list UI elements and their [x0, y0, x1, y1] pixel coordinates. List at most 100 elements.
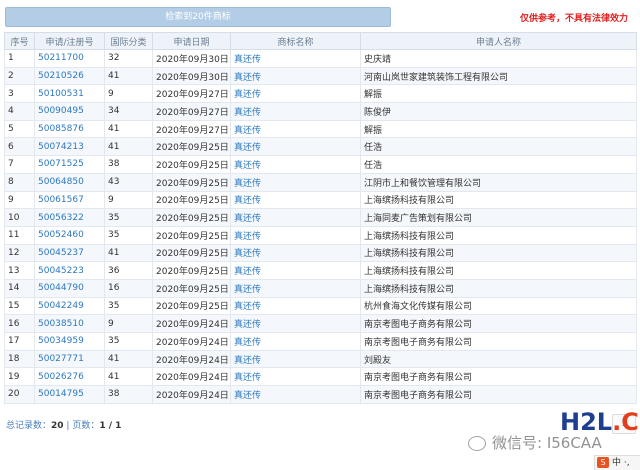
application-number-link[interactable]: 50044790	[38, 283, 84, 293]
intl-class-cell: 34	[104, 102, 153, 121]
ime-mode[interactable]: 中	[612, 458, 621, 468]
application-date-cell: 2020年09月25日	[152, 172, 231, 192]
trademark-name-link[interactable]: 真还传	[234, 55, 261, 65]
table-row: 17 50034959 35 2020年09月24日 真还传 南京考图电子商务有限公司	[4, 332, 637, 351]
trademark-name-link[interactable]: 真还传	[234, 232, 261, 242]
row-number-cell: 2	[4, 66, 35, 86]
trademark-name-link[interactable]: 真还传	[234, 285, 261, 295]
application-number-link[interactable]: 50027771	[38, 354, 84, 364]
application-number-cell: 50071525	[34, 155, 105, 174]
intl-class-cell: 41	[104, 243, 153, 263]
row-number-cell: 3	[4, 84, 35, 104]
column-header-no: 序号	[4, 32, 35, 50]
column-header-date: 申请日期	[152, 32, 231, 50]
application-number-link[interactable]: 50071525	[38, 159, 84, 169]
application-number-link[interactable]: 50090495	[38, 106, 84, 116]
application-number-link[interactable]: 50026276	[38, 372, 84, 382]
table-header-row: 序号 申请/注册号 国际分类 申请日期 商标名称 申请人名称	[4, 32, 637, 50]
application-number-cell: 50042249	[34, 296, 105, 316]
application-number-link[interactable]: 50052460	[38, 230, 84, 240]
application-number-link[interactable]: 50085876	[38, 124, 84, 134]
application-number-link[interactable]: 50210526	[38, 71, 84, 81]
intl-class-cell: 38	[104, 155, 153, 174]
application-number-link[interactable]: 50042249	[38, 301, 84, 311]
table-row: 6 50074213 41 2020年09月25日 真还传 任浩	[4, 137, 637, 157]
application-date-cell: 2020年09月24日	[152, 332, 231, 351]
intl-class-cell: 41	[104, 66, 153, 86]
application-number-cell: 50052460	[34, 225, 105, 245]
trademark-name-link[interactable]: 真还传	[234, 356, 261, 366]
ime-toolbar[interactable]: S中 ·,	[594, 455, 640, 470]
trademark-name-link[interactable]: 真还传	[234, 161, 261, 171]
application-number-link[interactable]: 50061567	[38, 195, 84, 205]
trademark-name-link[interactable]: 真还传	[234, 373, 261, 383]
site-watermark-b: .CN	[612, 408, 640, 436]
applicant-name-cell: 上海缤扬科技有限公司	[360, 190, 637, 210]
application-number-link[interactable]: 50045223	[38, 266, 84, 276]
trademark-name-cell: 真还传	[230, 225, 361, 245]
row-number-cell: 5	[4, 119, 35, 139]
trademark-name-link[interactable]: 真还传	[234, 302, 261, 312]
table-row: 7 50071525 38 2020年09月25日 真还传 任浩	[4, 155, 637, 174]
applicant-name-cell: 史庆靖	[360, 49, 637, 68]
application-date-cell: 2020年09月27日	[152, 84, 231, 104]
trademark-name-cell: 真还传	[230, 119, 361, 139]
search-result-count-bar: 检索到20件商标	[5, 7, 391, 27]
column-header-applicant: 申请人名称	[360, 32, 637, 50]
application-number-link[interactable]: 50056322	[38, 213, 84, 223]
trademark-name-link[interactable]: 真还传	[234, 90, 261, 100]
trademark-name-link[interactable]: 真还传	[234, 126, 261, 136]
trademark-name-link[interactable]: 真还传	[234, 179, 261, 189]
application-number-link[interactable]: 50014795	[38, 389, 84, 399]
application-number-link[interactable]: 50100531	[38, 89, 84, 99]
application-date-cell: 2020年09月25日	[152, 278, 231, 298]
trademark-name-link[interactable]: 真还传	[234, 143, 261, 153]
trademark-name-link[interactable]: 真还传	[234, 267, 261, 277]
table-row: 10 50056322 35 2020年09月25日 真还传 上海同麦广告策划有限公司	[4, 208, 637, 227]
application-number-cell: 50045223	[34, 261, 105, 280]
table-row: 15 50042249 35 2020年09月25日 真还传 杭州食海文化传媒有限公司	[4, 296, 637, 316]
pagination-summary: 总记录数：20 | 页数：1 / 1	[6, 418, 121, 431]
application-number-link[interactable]: 50064850	[38, 177, 84, 187]
row-number-cell: 19	[4, 367, 35, 387]
application-number-link[interactable]: 50038510	[38, 319, 84, 329]
ime-punct[interactable]: ·,	[624, 458, 630, 468]
trademark-name-cell: 真还传	[230, 84, 361, 104]
trademark-name-link[interactable]: 真还传	[234, 320, 261, 330]
application-date-cell: 2020年09月30日	[152, 66, 231, 86]
table-row: 4 50090495 34 2020年09月27日 真还传 陈俊伊	[4, 102, 637, 121]
trademark-name-link[interactable]: 真还传	[234, 391, 261, 401]
application-number-link[interactable]: 50045237	[38, 248, 84, 258]
trademark-results-table: 序号 申请/注册号 国际分类 申请日期 商标名称 申请人名称 1 50211700…	[4, 32, 637, 404]
row-number-cell: 20	[4, 385, 35, 404]
pages-label: 页数：	[72, 421, 100, 431]
application-number-cell: 50085876	[34, 119, 105, 139]
table-row: 18 50027771 41 2020年09月24日 真还传 刘殿友	[4, 349, 637, 369]
trademark-name-link[interactable]: 真还传	[234, 249, 261, 259]
trademark-name-cell: 真还传	[230, 208, 361, 227]
application-date-cell: 2020年09月25日	[152, 208, 231, 227]
trademark-name-link[interactable]: 真还传	[234, 196, 261, 206]
trademark-name-link[interactable]: 真还传	[234, 214, 261, 224]
column-header-app-no: 申请/注册号	[34, 32, 105, 50]
application-date-cell: 2020年09月25日	[152, 137, 231, 157]
application-number-cell: 50044790	[34, 278, 105, 298]
trademark-name-link[interactable]: 真还传	[234, 108, 261, 118]
intl-class-cell: 32	[104, 49, 153, 68]
intl-class-cell: 35	[104, 332, 153, 351]
application-number-link[interactable]: 50074213	[38, 142, 84, 152]
application-number-link[interactable]: 50034959	[38, 336, 84, 346]
trademark-name-link[interactable]: 真还传	[234, 73, 261, 83]
application-number-link[interactable]: 50211700	[38, 53, 84, 63]
sogou-logo-icon: S	[597, 457, 609, 468]
trademark-name-link[interactable]: 真还传	[234, 338, 261, 348]
applicant-name-cell: 刘殿友	[360, 349, 637, 369]
application-number-cell: 50056322	[34, 208, 105, 227]
intl-class-cell: 16	[104, 278, 153, 298]
application-number-cell: 50045237	[34, 243, 105, 263]
application-date-cell: 2020年09月30日	[152, 49, 231, 68]
trademark-name-cell: 真还传	[230, 66, 361, 86]
row-number-cell: 14	[4, 278, 35, 298]
table-row: 11 50052460 35 2020年09月25日 真还传 上海缤扬科技有限公司	[4, 225, 637, 245]
applicant-name-cell: 解振	[360, 84, 637, 104]
